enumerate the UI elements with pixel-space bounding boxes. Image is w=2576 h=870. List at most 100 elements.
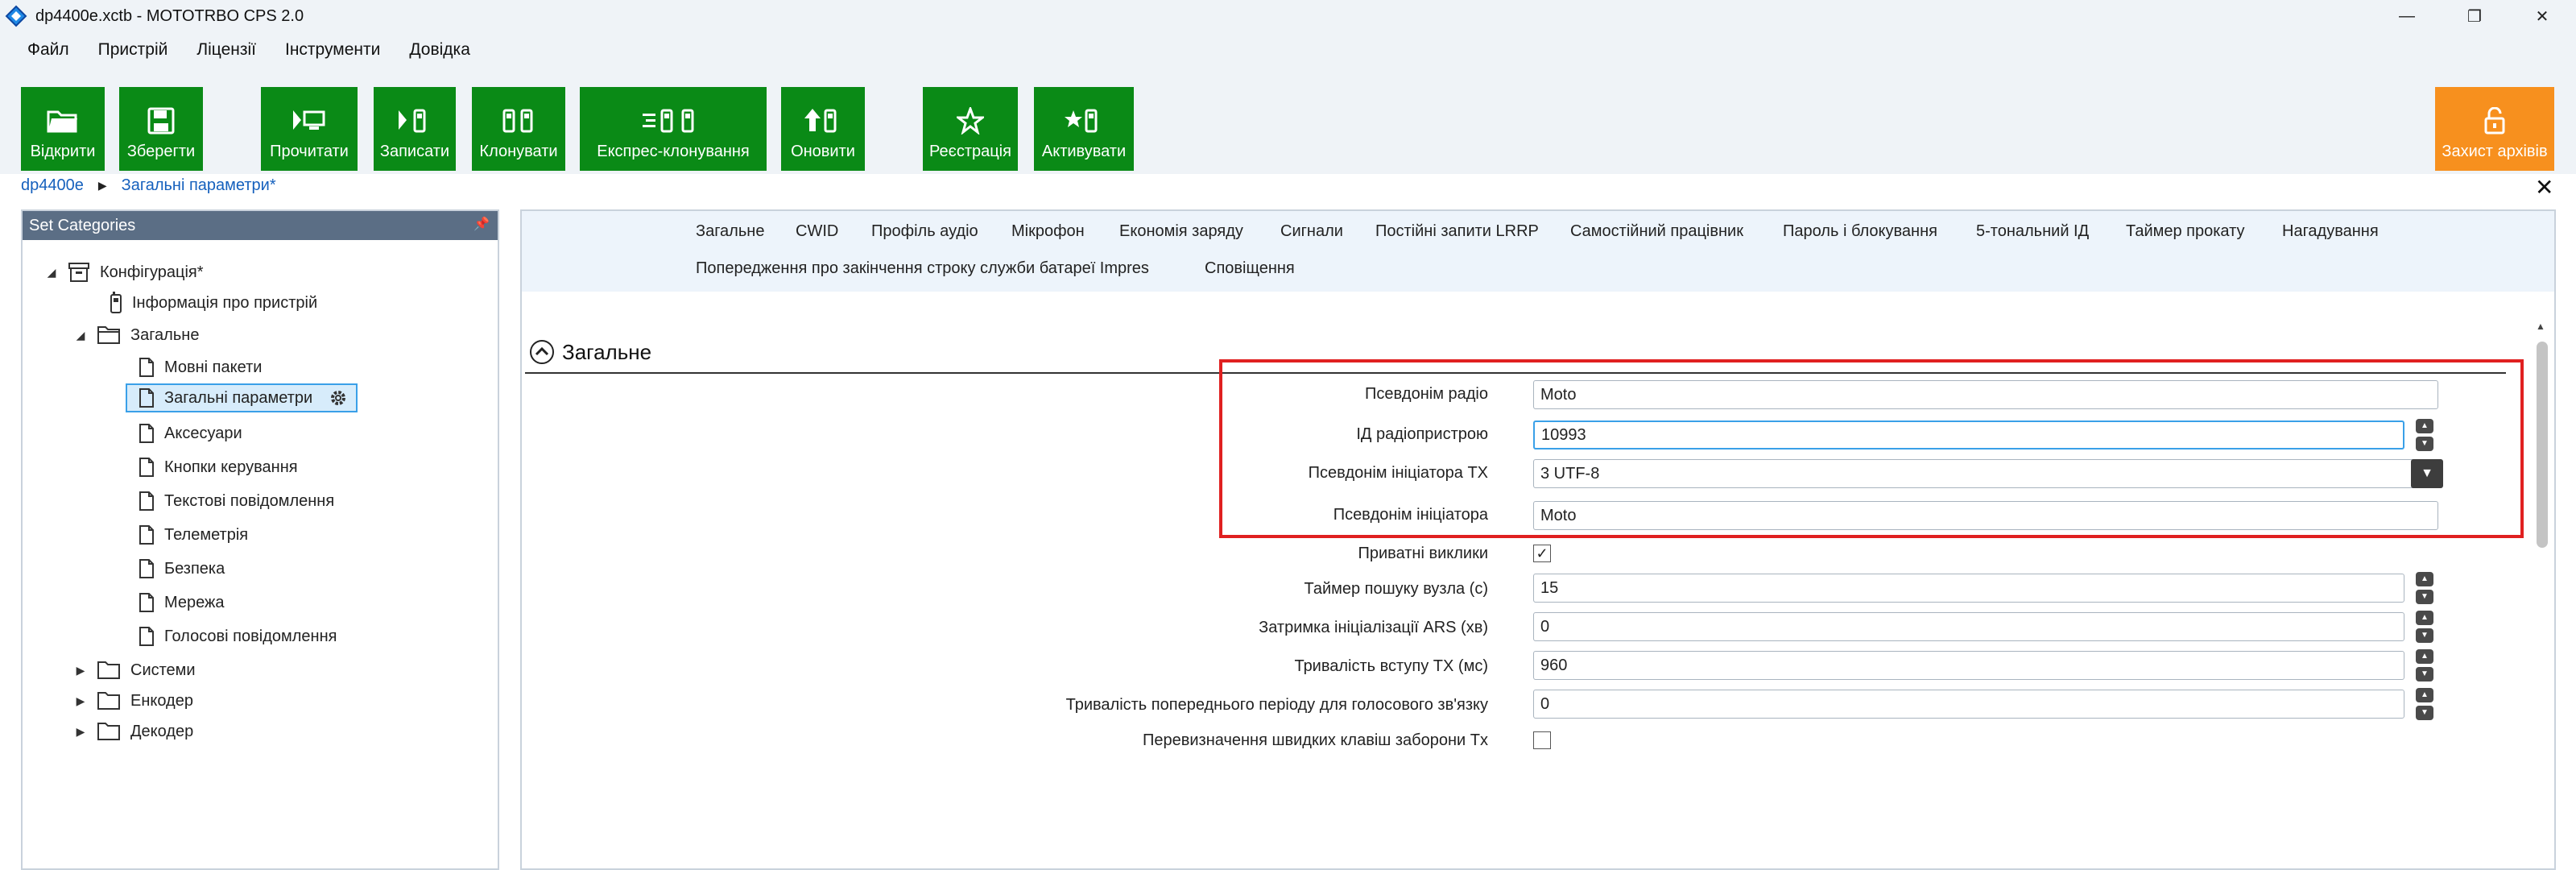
express-clone-button[interactable]: Експрес-клонування [580, 87, 767, 171]
tree-item-control-buttons[interactable]: Кнопки керування [139, 453, 298, 482]
tab-battery-saver[interactable]: Економія заряду [1119, 222, 1243, 241]
chevron-down-icon[interactable]: ▼ [2416, 667, 2433, 682]
menu-help[interactable]: Довідка [396, 40, 483, 60]
quick-key-override-checkbox[interactable] [1533, 731, 1551, 749]
scroll-up-icon[interactable]: ▲ [2536, 321, 2545, 332]
chevron-down-icon[interactable]: ▼ [2416, 706, 2433, 720]
tab-lone-worker[interactable]: Самостійний працівник [1570, 222, 1743, 241]
tab-general[interactable]: Загальне [696, 222, 764, 241]
voice-pre-period-input[interactable]: 0 [1533, 690, 2404, 719]
ars-delay-stepper[interactable]: ▲ ▼ [2416, 611, 2433, 643]
chevron-up-icon[interactable]: ▲ [2416, 649, 2433, 664]
clone-button[interactable]: Клонувати [472, 87, 565, 171]
tree-item-language-packs[interactable]: Мовні пакети [139, 353, 262, 382]
tree-item-general[interactable]: ◢ Загальне [72, 321, 199, 350]
tree-item-decoder[interactable]: ▶ Декодер [72, 717, 193, 746]
pin-icon[interactable]: 📌 [473, 216, 490, 232]
menu-tools[interactable]: Інструменти [272, 40, 393, 60]
tab-impres-battery-warning[interactable]: Попередження про закінчення строку служб… [696, 259, 1149, 278]
radio-id-input[interactable]: 10993 [1533, 420, 2404, 450]
tab-5-tone-id[interactable]: 5-тональний ІД [1976, 222, 2089, 241]
tree-item-systems[interactable]: ▶ Системи [72, 656, 196, 685]
activate-button[interactable]: Активувати [1034, 87, 1134, 171]
update-arrow-icon [804, 109, 837, 133]
scrollbar-thumb[interactable] [2537, 342, 2548, 548]
tab-rental-timer[interactable]: Таймер прокату [2126, 222, 2245, 241]
tab-reminders[interactable]: Нагадування [2282, 222, 2379, 241]
tab-signals[interactable]: Сигнали [1280, 222, 1343, 241]
tree-item-general-settings[interactable]: Загальні параметри [126, 383, 358, 412]
radio-id-stepper[interactable]: ▲ ▼ [2416, 419, 2433, 451]
panel-header: Set Categories 📌 [23, 211, 498, 240]
menu-file[interactable]: Файл [14, 40, 82, 60]
initiator-alias-input[interactable]: Moto [1533, 501, 2438, 530]
minimize-button[interactable]: — [2373, 0, 2441, 32]
chevron-down-icon[interactable]: ▼ [2416, 628, 2433, 643]
expanded-arrow-icon[interactable]: ◢ [43, 266, 60, 280]
node-search-timer-input[interactable]: 15 [1533, 574, 2404, 603]
collapsed-arrow-icon[interactable]: ▶ [72, 664, 89, 677]
radio-alias-input[interactable]: Moto [1533, 380, 2438, 409]
register-button[interactable]: Реєстрація [923, 87, 1018, 171]
tab-cwid[interactable]: CWID [796, 222, 838, 241]
menu-licenses[interactable]: Ліцензії [184, 40, 269, 60]
write-button[interactable]: Записати [374, 87, 456, 171]
breadcrumb-current[interactable]: Загальні параметри* [122, 176, 276, 195]
tree-item-text-messages[interactable]: Текстові повідомлення [139, 487, 334, 516]
save-label: Зберегти [126, 143, 196, 160]
chevron-down-icon[interactable]: ▼ [2416, 590, 2433, 604]
tab-password-lock[interactable]: Пароль і блокування [1783, 222, 1937, 241]
update-button[interactable]: Оновити [781, 87, 865, 171]
ars-delay-label: Затримка ініціалізації ARS (хв) [1259, 619, 1488, 636]
close-window-button[interactable]: ✕ [2508, 0, 2576, 32]
write-label: Записати [379, 143, 450, 160]
vertical-scrollbar[interactable]: ▲ [2533, 321, 2549, 870]
section-header[interactable]: Загальне [528, 338, 651, 366]
breadcrumb-root[interactable]: dp4400e [21, 176, 84, 195]
tree-item-encoder[interactable]: ▶ Енкодер [72, 686, 193, 715]
tx-preamble-stepper[interactable]: ▲ ▼ [2416, 649, 2433, 682]
menu-device[interactable]: Пристрій [85, 40, 181, 60]
node-search-timer-stepper[interactable]: ▲ ▼ [2416, 572, 2433, 604]
chevron-down-icon[interactable]: ▼ [2416, 437, 2433, 451]
folder-icon [97, 661, 120, 679]
tree-label: Текстові повідомлення [164, 491, 335, 510]
private-calls-label: Приватні виклики [1358, 545, 1489, 562]
tab-microphone[interactable]: Мікрофон [1011, 222, 1085, 241]
tree-item-network[interactable]: Мережа [139, 588, 225, 617]
voice-pre-period-stepper[interactable]: ▲ ▼ [2416, 688, 2433, 720]
tx-alias-select[interactable]: 3 UTF-8 [1533, 459, 2438, 488]
chevron-up-icon[interactable]: ▲ [2416, 611, 2433, 625]
tab-lrrp[interactable]: Постійні запити LRRP [1375, 222, 1539, 241]
dropdown-arrow-icon[interactable]: ▼ [2411, 459, 2443, 488]
archive-protect-button[interactable]: Захист архівів [2435, 87, 2554, 171]
tab-notifications[interactable]: Сповіщення [1205, 259, 1295, 278]
tree-item-accessories[interactable]: Аксесуари [139, 419, 242, 448]
tree-item-security[interactable]: Безпека [139, 554, 225, 583]
open-button[interactable]: Відкрити [21, 87, 105, 171]
private-calls-checkbox[interactable]: ✓ [1533, 545, 1551, 562]
gear-icon[interactable] [329, 388, 348, 408]
radio-id-label: ІД радіопристрою [1356, 425, 1488, 443]
close-tab-icon[interactable]: ✕ [2535, 174, 2553, 201]
voice-pre-period-label: Тривалість попереднього періоду для голо… [1065, 696, 1488, 714]
document-icon [139, 424, 154, 443]
read-button[interactable]: Прочитати [261, 87, 358, 171]
save-button[interactable]: Зберегти [119, 87, 203, 171]
tree-item-configuration[interactable]: ◢ Конфігурація* [43, 258, 204, 287]
collapsed-arrow-icon[interactable]: ▶ [72, 694, 89, 708]
collapsed-arrow-icon[interactable]: ▶ [72, 725, 89, 739]
tx-preamble-input[interactable]: 960 [1533, 651, 2404, 680]
chevron-up-icon[interactable]: ▲ [2416, 572, 2433, 586]
restore-button[interactable]: ❐ [2441, 0, 2508, 32]
tab-audio-profile[interactable]: Профіль аудіо [871, 222, 978, 241]
chevron-up-icon[interactable]: ▲ [2416, 688, 2433, 702]
expanded-arrow-icon[interactable]: ◢ [72, 329, 89, 342]
tree-item-device-info[interactable]: Інформація про пристрій [110, 288, 317, 317]
tree-item-voice-messages[interactable]: Голосові повідомлення [139, 622, 337, 651]
ars-delay-input[interactable]: 0 [1533, 612, 2404, 641]
write-device-icon [399, 109, 426, 133]
collapse-chevron-icon[interactable] [528, 338, 556, 366]
chevron-up-icon[interactable]: ▲ [2416, 419, 2433, 433]
tree-item-telemetry[interactable]: Телеметрія [139, 520, 248, 549]
